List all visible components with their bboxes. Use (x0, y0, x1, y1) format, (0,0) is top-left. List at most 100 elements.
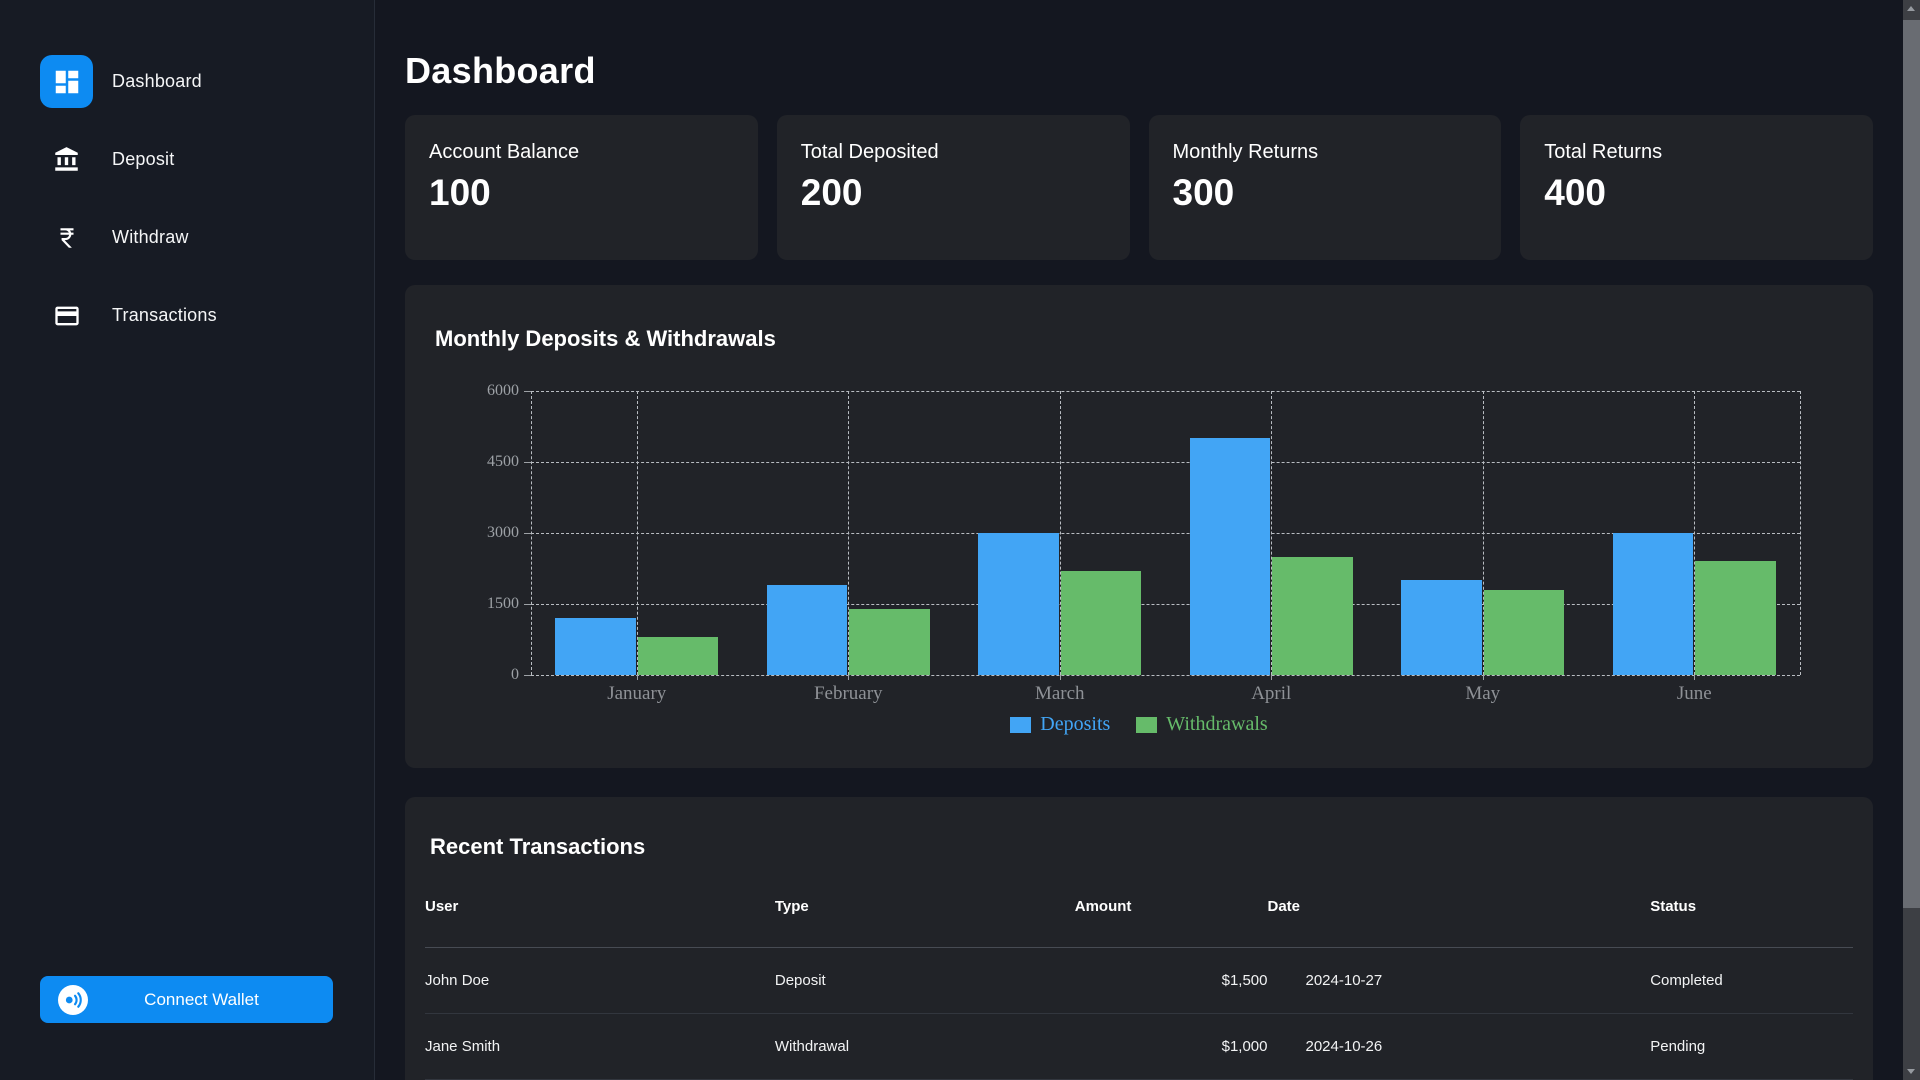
bar-deposits-april (1190, 438, 1270, 675)
scroll-down-icon (1907, 1069, 1915, 1074)
y-axis-tick (524, 675, 531, 676)
bar-withdrawals-january (638, 637, 718, 675)
bar-withdrawals-april (1272, 557, 1352, 675)
legend-label: Withdrawals (1166, 713, 1267, 736)
bar-withdrawals-february (849, 609, 929, 675)
x-axis-tick (1271, 675, 1272, 680)
gridline-horizontal (531, 391, 1800, 392)
sidebar-item-withdraw[interactable]: Withdraw (40, 211, 374, 264)
column-header-user: User (425, 888, 775, 948)
legend-swatch (1010, 717, 1031, 733)
recent-transactions-title: Recent Transactions (425, 834, 1853, 860)
scrollbar-thumb[interactable] (1903, 20, 1920, 908)
y-axis-tick (524, 533, 531, 534)
cell-status: Pending (1610, 1014, 1853, 1080)
gridline-vertical (1800, 391, 1801, 675)
y-axis-label: 3000 (439, 524, 519, 542)
chart-card: Monthly Deposits & Withdrawals 015003000… (405, 285, 1873, 768)
column-header-type: Type (775, 888, 1075, 948)
cell-user: Jane Smith (425, 1014, 775, 1080)
cell-date: 2024-10-26 (1268, 1014, 1611, 1080)
legend-item-withdrawals[interactable]: Withdrawals (1136, 713, 1267, 736)
legend-item-deposits[interactable]: Deposits (1010, 713, 1110, 736)
bar-withdrawals-march (1061, 571, 1141, 675)
gridline-vertical (531, 391, 532, 675)
stat-value: 400 (1544, 172, 1849, 214)
scrollbar-down-button[interactable] (1903, 1063, 1920, 1080)
sidebar-item-deposit[interactable]: Deposit (40, 133, 374, 186)
x-axis-label: June (1677, 683, 1712, 705)
cell-amount: $1,500 (1075, 948, 1268, 1014)
bar-withdrawals-may (1484, 590, 1564, 675)
stat-card-total-deposited: Total Deposited 200 (777, 115, 1130, 260)
sidebar-item-label: Dashboard (112, 71, 202, 92)
legend-swatch (1136, 717, 1157, 733)
x-axis-label: January (607, 683, 666, 705)
sidebar-item-transactions[interactable]: Transactions (40, 289, 374, 342)
x-axis-label: May (1465, 683, 1500, 705)
chart-legend: Deposits Withdrawals (435, 713, 1843, 736)
gridline-horizontal (531, 533, 1800, 534)
connect-wallet-button[interactable]: Connect Wallet (40, 976, 333, 1023)
sidebar-item-label: Transactions (112, 305, 217, 326)
stat-card-account-balance: Account Balance 100 (405, 115, 758, 260)
wallet-connect-icon (58, 985, 88, 1015)
cell-type: Withdrawal (775, 1014, 1075, 1080)
chart-title: Monthly Deposits & Withdrawals (435, 326, 1843, 352)
sidebar-item-dashboard[interactable]: Dashboard (40, 55, 374, 108)
bar-deposits-february (767, 585, 847, 675)
recent-transactions-card: Recent Transactions User Type Amount Dat… (405, 797, 1873, 1080)
scroll-up-icon (1907, 6, 1915, 11)
column-header-status: Status (1610, 888, 1853, 948)
scrollbar-up-button[interactable] (1903, 0, 1920, 17)
credit-card-icon (40, 289, 93, 342)
stat-card-total-returns: Total Returns 400 (1520, 115, 1873, 260)
x-axis-label: February (814, 683, 883, 705)
bar-deposits-may (1401, 580, 1481, 675)
stat-value: 100 (429, 172, 734, 214)
stat-value: 200 (801, 172, 1106, 214)
cell-type: Deposit (775, 948, 1075, 1014)
stats-row: Account Balance 100 Total Deposited 200 … (405, 115, 1873, 260)
bar-deposits-march (978, 533, 1058, 675)
x-axis-tick (848, 675, 849, 680)
stat-label: Total Deposited (801, 141, 1106, 164)
sidebar-item-label: Deposit (112, 149, 174, 170)
column-header-amount: Amount (1075, 888, 1268, 948)
stat-label: Total Returns (1544, 141, 1849, 164)
cell-user: John Doe (425, 948, 775, 1014)
page-title: Dashboard (405, 0, 1873, 92)
stat-label: Account Balance (429, 141, 734, 164)
chart-plot: 01500300045006000JanuaryFebruaryMarchApr… (531, 391, 1800, 675)
table-row: Jane Smith Withdrawal $1,000 2024-10-26 … (425, 1014, 1853, 1080)
legend-label: Deposits (1040, 713, 1110, 736)
x-axis-tick (1694, 675, 1695, 680)
y-axis-tick (524, 391, 531, 392)
x-axis-tick (637, 675, 638, 680)
y-axis-label: 0 (439, 666, 519, 684)
y-axis-label: 1500 (439, 595, 519, 613)
y-axis-label: 4500 (439, 453, 519, 471)
sidebar-item-label: Withdraw (112, 227, 189, 248)
gridline-horizontal (531, 675, 1800, 676)
gridline-horizontal (531, 462, 1800, 463)
y-axis-tick (524, 462, 531, 463)
gridline-vertical (637, 391, 638, 675)
stat-card-monthly-returns: Monthly Returns 300 (1149, 115, 1502, 260)
bank-icon (40, 133, 93, 186)
stat-value: 300 (1173, 172, 1478, 214)
column-header-date: Date (1268, 888, 1611, 948)
dashboard-grid-icon (40, 55, 93, 108)
cell-date: 2024-10-27 (1268, 948, 1611, 1014)
cell-amount: $1,000 (1075, 1014, 1268, 1080)
main-content: Dashboard Account Balance 100 Total Depo… (375, 0, 1920, 1080)
y-axis-tick (524, 604, 531, 605)
bar-chart: 01500300045006000JanuaryFebruaryMarchApr… (435, 391, 1843, 771)
bar-deposits-january (555, 618, 635, 675)
vertical-scrollbar[interactable] (1903, 0, 1920, 1080)
stat-label: Monthly Returns (1173, 141, 1478, 164)
bar-deposits-june (1613, 533, 1693, 675)
table-header-row: User Type Amount Date Status (425, 888, 1853, 948)
y-axis-label: 6000 (439, 382, 519, 400)
x-axis-label: April (1251, 683, 1291, 705)
